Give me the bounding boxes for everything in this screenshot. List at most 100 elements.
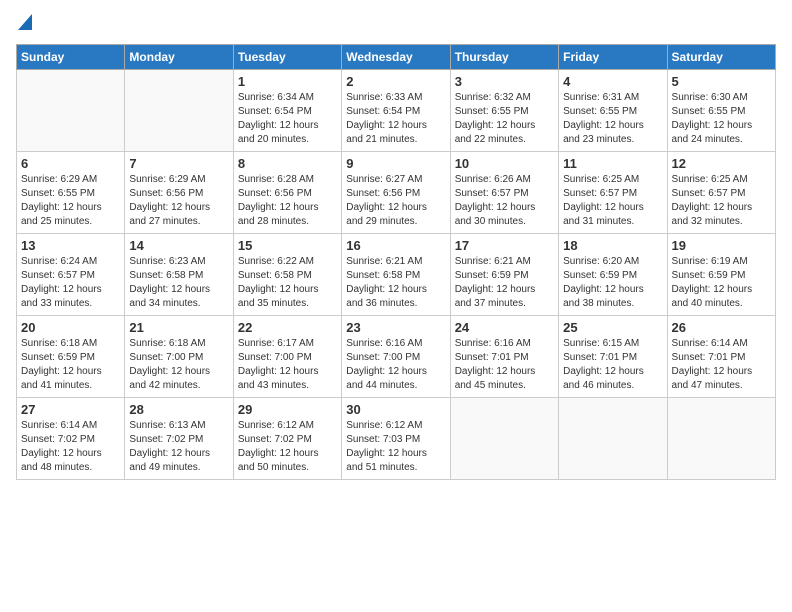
page-header <box>16 16 776 36</box>
col-tuesday: Tuesday <box>233 45 341 70</box>
calendar-cell: 11Sunrise: 6:25 AM Sunset: 6:57 PM Dayli… <box>559 152 667 234</box>
calendar-cell: 4 Sunrise: 6:31 AM Sunset: 6:55 PM Daylig… <box>559 70 667 152</box>
calendar-cell: 13 Sunrise: 6:24 AM Sunset: 6:57 PM Dayli… <box>17 234 125 316</box>
cell-info: Sunrise: 6:12 AM Sunset: 7:03 PM Dayligh… <box>346 419 445 475</box>
calendar-table: Sunday Monday Tuesday Wednesday Thursday… <box>16 44 776 480</box>
calendar-cell: 27 Sunrise: 6:14 AM Sunset: 7:02 PM Dayli… <box>17 398 125 480</box>
day-number: 17 <box>455 238 554 253</box>
calendar-cell: 16 Sunrise: 6:21 AM Sunset: 6:58 PM Dayli… <box>342 234 450 316</box>
day-number: 8 <box>238 156 337 171</box>
col-friday: Friday <box>559 45 667 70</box>
cell-info: Sunrise: 6:25 AM Sunset: 6:57 PM Dayligh… <box>563 173 662 229</box>
calendar-cell: 2 Sunrise: 6:33 AM Sunset: 6:54 PM Daylig… <box>342 70 450 152</box>
day-number: 4 <box>563 74 662 89</box>
header-row: Sunday Monday Tuesday Wednesday Thursday… <box>17 45 776 70</box>
cell-info: Sunrise: 6:23 AM Sunset: 6:58 PM Dayligh… <box>129 255 228 311</box>
day-number: 30 <box>346 402 445 417</box>
cell-info: Sunrise: 6:30 AM Sunset: 6:55 PM Dayligh… <box>672 91 771 147</box>
calendar-cell: 25 Sunrise: 6:15 AM Sunset: 7:01 PM Dayli… <box>559 316 667 398</box>
cell-info: Sunrise: 6:18 AM Sunset: 7:00 PM Dayligh… <box>129 337 228 393</box>
day-number: 15 <box>238 238 337 253</box>
calendar-header: Sunday Monday Tuesday Wednesday Thursday… <box>17 45 776 70</box>
day-number: 24 <box>455 320 554 335</box>
calendar-cell: 21Sunrise: 6:18 AM Sunset: 7:00 PM Dayli… <box>125 316 233 398</box>
calendar-cell: 20 Sunrise: 6:18 AM Sunset: 6:59 PM Dayli… <box>17 316 125 398</box>
week-row-1: 6 Sunrise: 6:29 AM Sunset: 6:55 PM Daylig… <box>17 152 776 234</box>
calendar-cell <box>125 70 233 152</box>
cell-info: Sunrise: 6:28 AM Sunset: 6:56 PM Dayligh… <box>238 173 337 229</box>
calendar-cell: 5 Sunrise: 6:30 AM Sunset: 6:55 PM Daylig… <box>667 70 775 152</box>
calendar-cell: 22Sunrise: 6:17 AM Sunset: 7:00 PM Dayli… <box>233 316 341 398</box>
calendar-cell: 30 Sunrise: 6:12 AM Sunset: 7:03 PM Dayli… <box>342 398 450 480</box>
calendar-cell: 3 Sunrise: 6:32 AM Sunset: 6:55 PM Daylig… <box>450 70 558 152</box>
cell-info: Sunrise: 6:16 AM Sunset: 7:00 PM Dayligh… <box>346 337 445 393</box>
calendar-cell: 1 Sunrise: 6:34 AM Sunset: 6:54 PM Daylig… <box>233 70 341 152</box>
cell-info: Sunrise: 6:20 AM Sunset: 6:59 PM Dayligh… <box>563 255 662 311</box>
day-number: 9 <box>346 156 445 171</box>
cell-info: Sunrise: 6:15 AM Sunset: 7:01 PM Dayligh… <box>563 337 662 393</box>
day-number: 28 <box>129 402 228 417</box>
cell-info: Sunrise: 6:13 AM Sunset: 7:02 PM Dayligh… <box>129 419 228 475</box>
cell-info: Sunrise: 6:24 AM Sunset: 6:57 PM Dayligh… <box>21 255 120 311</box>
calendar-cell: 9 Sunrise: 6:27 AM Sunset: 6:56 PM Daylig… <box>342 152 450 234</box>
day-number: 12 <box>672 156 771 171</box>
cell-info: Sunrise: 6:29 AM Sunset: 6:55 PM Dayligh… <box>21 173 120 229</box>
calendar-cell: 10Sunrise: 6:26 AM Sunset: 6:57 PM Dayli… <box>450 152 558 234</box>
day-number: 3 <box>455 74 554 89</box>
col-monday: Monday <box>125 45 233 70</box>
cell-info: Sunrise: 6:26 AM Sunset: 6:57 PM Dayligh… <box>455 173 554 229</box>
calendar-cell: 23Sunrise: 6:16 AM Sunset: 7:00 PM Dayli… <box>342 316 450 398</box>
week-row-2: 13 Sunrise: 6:24 AM Sunset: 6:57 PM Dayli… <box>17 234 776 316</box>
calendar-cell <box>667 398 775 480</box>
calendar-cell: 24 Sunrise: 6:16 AM Sunset: 7:01 PM Dayli… <box>450 316 558 398</box>
cell-info: Sunrise: 6:17 AM Sunset: 7:00 PM Dayligh… <box>238 337 337 393</box>
day-number: 6 <box>21 156 120 171</box>
cell-info: Sunrise: 6:16 AM Sunset: 7:01 PM Dayligh… <box>455 337 554 393</box>
calendar-cell <box>17 70 125 152</box>
day-number: 25 <box>563 320 662 335</box>
calendar-cell: 17 Sunrise: 6:21 AM Sunset: 6:59 PM Dayli… <box>450 234 558 316</box>
cell-info: Sunrise: 6:25 AM Sunset: 6:57 PM Dayligh… <box>672 173 771 229</box>
calendar-cell: 12 Sunrise: 6:25 AM Sunset: 6:57 PM Dayli… <box>667 152 775 234</box>
cell-info: Sunrise: 6:32 AM Sunset: 6:55 PM Dayligh… <box>455 91 554 147</box>
cell-info: Sunrise: 6:27 AM Sunset: 6:56 PM Dayligh… <box>346 173 445 229</box>
calendar-cell: 29 Sunrise: 6:12 AM Sunset: 7:02 PM Dayli… <box>233 398 341 480</box>
calendar-cell: 15 Sunrise: 6:22 AM Sunset: 6:58 PM Dayli… <box>233 234 341 316</box>
cell-info: Sunrise: 6:18 AM Sunset: 6:59 PM Dayligh… <box>21 337 120 393</box>
calendar-body: 1 Sunrise: 6:34 AM Sunset: 6:54 PM Daylig… <box>17 70 776 480</box>
cell-info: Sunrise: 6:34 AM Sunset: 6:54 PM Dayligh… <box>238 91 337 147</box>
day-number: 14 <box>129 238 228 253</box>
day-number: 1 <box>238 74 337 89</box>
calendar-cell: 14 Sunrise: 6:23 AM Sunset: 6:58 PM Dayli… <box>125 234 233 316</box>
cell-info: Sunrise: 6:21 AM Sunset: 6:58 PM Dayligh… <box>346 255 445 311</box>
calendar-cell: 19 Sunrise: 6:19 AM Sunset: 6:59 PM Dayli… <box>667 234 775 316</box>
calendar-cell: 7Sunrise: 6:29 AM Sunset: 6:56 PM Daylig… <box>125 152 233 234</box>
day-number: 5 <box>672 74 771 89</box>
cell-info: Sunrise: 6:19 AM Sunset: 6:59 PM Dayligh… <box>672 255 771 311</box>
cell-info: Sunrise: 6:12 AM Sunset: 7:02 PM Dayligh… <box>238 419 337 475</box>
calendar-cell: 18Sunrise: 6:20 AM Sunset: 6:59 PM Dayli… <box>559 234 667 316</box>
week-row-0: 1 Sunrise: 6:34 AM Sunset: 6:54 PM Daylig… <box>17 70 776 152</box>
cell-info: Sunrise: 6:22 AM Sunset: 6:58 PM Dayligh… <box>238 255 337 311</box>
calendar-cell: 6 Sunrise: 6:29 AM Sunset: 6:55 PM Daylig… <box>17 152 125 234</box>
cell-info: Sunrise: 6:31 AM Sunset: 6:55 PM Dayligh… <box>563 91 662 147</box>
calendar-cell: 28 Sunrise: 6:13 AM Sunset: 7:02 PM Dayli… <box>125 398 233 480</box>
calendar-cell <box>450 398 558 480</box>
cell-info: Sunrise: 6:14 AM Sunset: 7:02 PM Dayligh… <box>21 419 120 475</box>
calendar-cell <box>559 398 667 480</box>
calendar-cell: 26Sunrise: 6:14 AM Sunset: 7:01 PM Dayli… <box>667 316 775 398</box>
week-row-4: 27 Sunrise: 6:14 AM Sunset: 7:02 PM Dayli… <box>17 398 776 480</box>
cell-info: Sunrise: 6:29 AM Sunset: 6:56 PM Dayligh… <box>129 173 228 229</box>
day-number: 13 <box>21 238 120 253</box>
day-number: 26 <box>672 320 771 335</box>
day-number: 20 <box>21 320 120 335</box>
cell-info: Sunrise: 6:33 AM Sunset: 6:54 PM Dayligh… <box>346 91 445 147</box>
cell-info: Sunrise: 6:21 AM Sunset: 6:59 PM Dayligh… <box>455 255 554 311</box>
day-number: 27 <box>21 402 120 417</box>
day-number: 16 <box>346 238 445 253</box>
day-number: 2 <box>346 74 445 89</box>
calendar-cell: 8 Sunrise: 6:28 AM Sunset: 6:56 PM Daylig… <box>233 152 341 234</box>
col-thursday: Thursday <box>450 45 558 70</box>
day-number: 29 <box>238 402 337 417</box>
day-number: 19 <box>672 238 771 253</box>
